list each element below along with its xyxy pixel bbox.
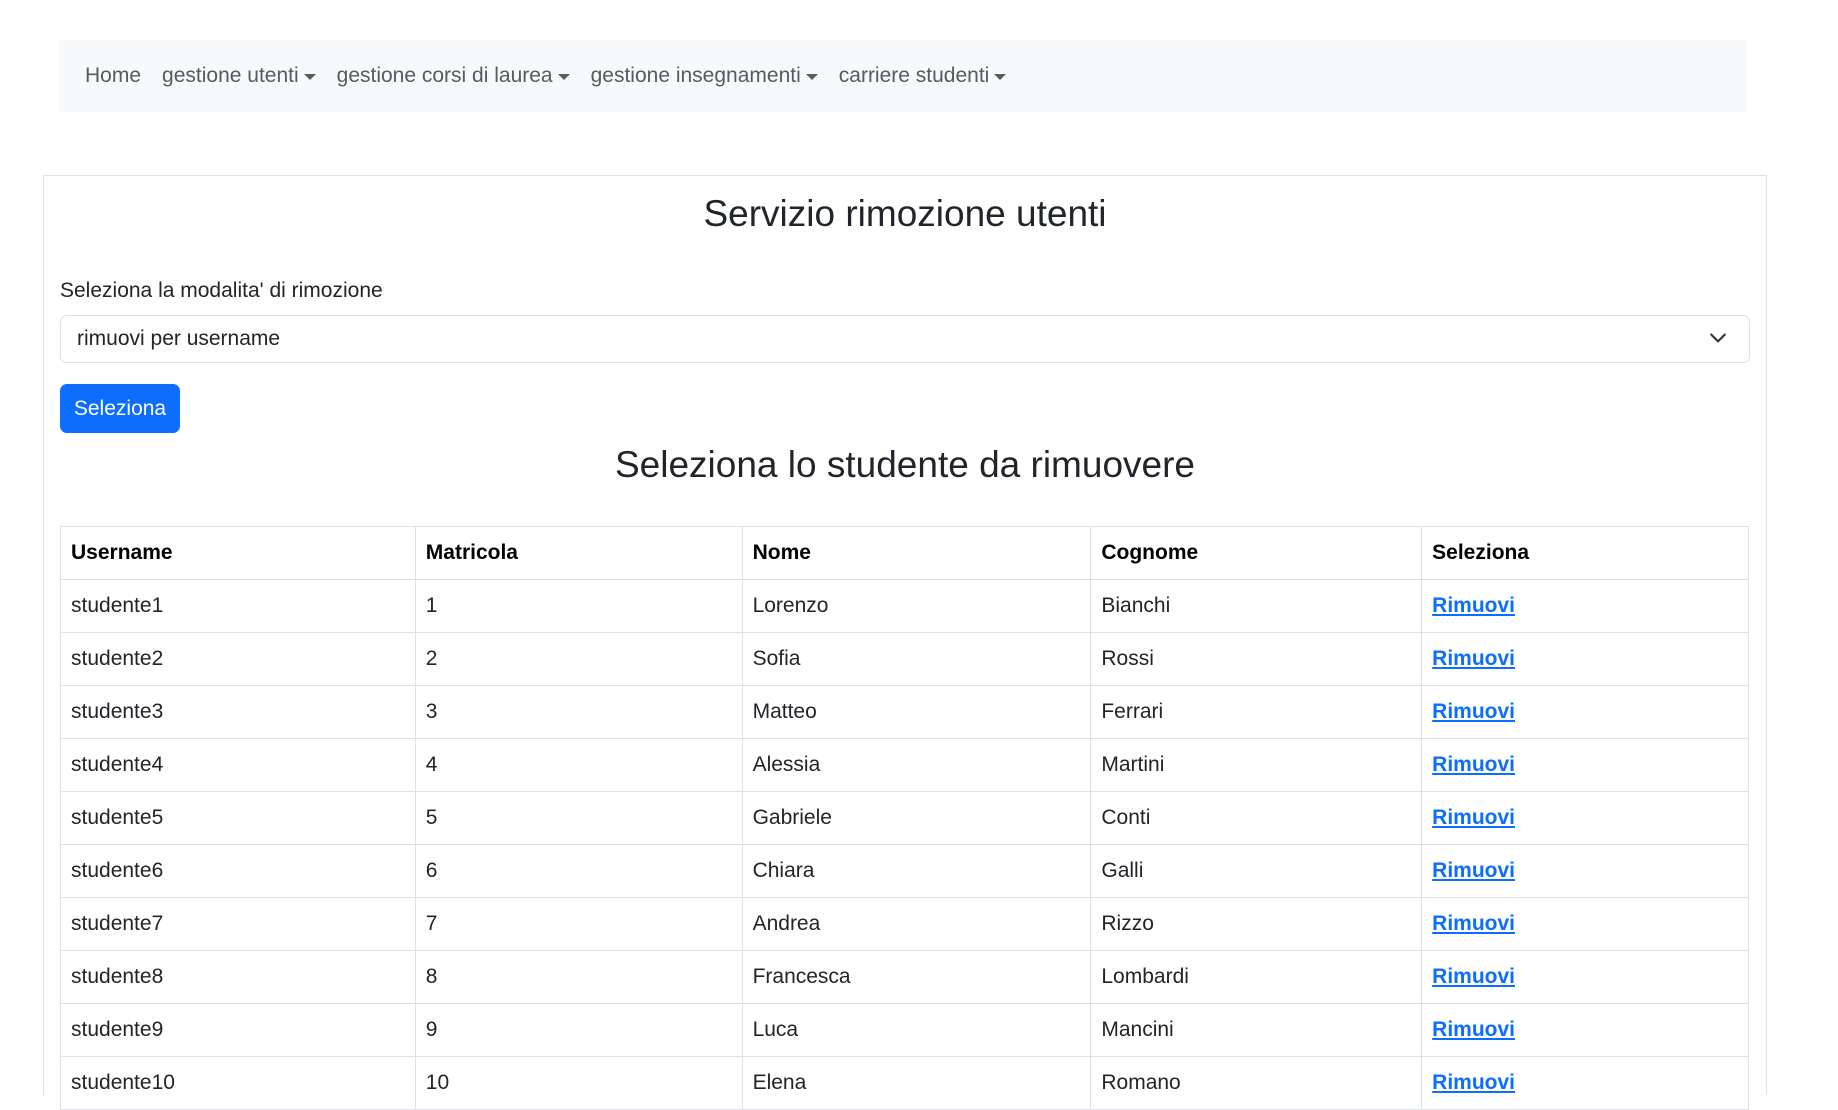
cell-matricola: 2: [414, 632, 743, 686]
table-header-row: Username Matricola Nome Cognome Selezion…: [60, 526, 1749, 580]
cell-cognome: Rizzo: [1090, 897, 1423, 951]
remove-link[interactable]: Rimuovi: [1432, 806, 1515, 829]
cell-cognome: Bianchi: [1090, 579, 1423, 633]
remove-link[interactable]: Rimuovi: [1432, 1071, 1515, 1094]
header-nome: Nome: [741, 526, 1092, 580]
cell-cognome: Galli: [1090, 844, 1423, 898]
cell-nome: Elena: [741, 1056, 1092, 1110]
header-cognome: Cognome: [1090, 526, 1423, 580]
cell-nome: Sofia: [741, 632, 1092, 686]
table-row: studente6 6 Chiara Galli Rimuovi: [60, 844, 1749, 898]
cell-cognome: Mancini: [1090, 1003, 1423, 1057]
cell-action: Rimuovi: [1421, 632, 1749, 686]
remove-link[interactable]: Rimuovi: [1432, 753, 1515, 776]
cell-action: Rimuovi: [1421, 844, 1749, 898]
cell-username: studente7: [60, 897, 416, 951]
cell-nome: Francesca: [741, 950, 1092, 1004]
section-subtitle: Seleziona lo studente da rimuovere: [614, 444, 1196, 485]
cell-action: Rimuovi: [1421, 685, 1749, 739]
remove-link[interactable]: Rimuovi: [1432, 859, 1515, 882]
cell-username: studente1: [60, 579, 416, 633]
cell-action: Rimuovi: [1421, 738, 1749, 792]
cell-nome: Lorenzo: [741, 579, 1092, 633]
table-row: studente10 10 Elena Romano Rimuovi: [60, 1056, 1749, 1110]
table-row: studente2 2 Sofia Rossi Rimuovi: [60, 632, 1749, 686]
cell-username: studente2: [60, 632, 416, 686]
cell-matricola: 4: [414, 738, 743, 792]
cell-username: studente6: [60, 844, 416, 898]
table-row: studente7 7 Andrea Rizzo Rimuovi: [60, 897, 1749, 951]
select-button[interactable]: Seleziona: [60, 384, 180, 433]
cell-matricola: 10: [414, 1056, 743, 1110]
top-navbar: Home gestione utenti gestione corsi di l…: [59, 40, 1747, 112]
cell-nome: Gabriele: [741, 791, 1092, 845]
caret-down-icon: [994, 74, 1007, 80]
header-seleziona: Seleziona: [1421, 526, 1749, 580]
cell-nome: Andrea: [741, 897, 1092, 951]
cell-matricola: 9: [414, 1003, 743, 1057]
caret-down-icon: [303, 74, 316, 80]
cell-action: Rimuovi: [1421, 1056, 1749, 1110]
cell-matricola: 1: [414, 579, 743, 633]
nav-home-link[interactable]: Home: [85, 64, 141, 88]
header-matricola: Matricola: [414, 526, 743, 580]
table-row: studente1 1 Lorenzo Bianchi Rimuovi: [60, 579, 1749, 633]
students-table: Username Matricola Nome Cognome Selezion…: [60, 526, 1749, 1110]
cell-username: studente3: [60, 685, 416, 739]
cell-matricola: 7: [414, 897, 743, 951]
remove-link[interactable]: Rimuovi: [1432, 1018, 1515, 1041]
nav-menu-label: gestione corsi di laurea: [336, 64, 553, 87]
nav-menu-gestione-corsi[interactable]: gestione corsi di laurea: [337, 64, 570, 88]
cell-nome: Luca: [741, 1003, 1092, 1057]
remove-link[interactable]: Rimuovi: [1432, 965, 1515, 988]
cell-matricola: 5: [414, 791, 743, 845]
cell-username: studente10: [60, 1056, 416, 1110]
nav-menu-gestione-utenti[interactable]: gestione utenti: [162, 64, 316, 88]
cell-action: Rimuovi: [1421, 1003, 1749, 1057]
cell-matricola: 8: [414, 950, 743, 1004]
remove-link[interactable]: Rimuovi: [1432, 912, 1515, 935]
cell-cognome: Romano: [1090, 1056, 1423, 1110]
cell-cognome: Conti: [1090, 791, 1423, 845]
cell-nome: Alessia: [741, 738, 1092, 792]
table-row: studente4 4 Alessia Martini Rimuovi: [60, 738, 1749, 792]
table-row: studente8 8 Francesca Lombardi Rimuovi: [60, 950, 1749, 1004]
nav-menu-label: gestione utenti: [162, 64, 299, 87]
table-row: studente3 3 Matteo Ferrari Rimuovi: [60, 685, 1749, 739]
header-username: Username: [60, 526, 416, 580]
cell-cognome: Rossi: [1090, 632, 1423, 686]
nav-menu-gestione-insegnamenti[interactable]: gestione insegnamenti: [591, 64, 818, 88]
mode-label: Seleziona la modalita' di rimozione: [60, 279, 383, 302]
cell-nome: Chiara: [741, 844, 1092, 898]
nav-menu-label: carriere studenti: [838, 64, 990, 87]
cell-username: studente8: [60, 950, 416, 1004]
removal-card: Servizio rimozione utenti Seleziona la m…: [43, 175, 1767, 1110]
cell-action: Rimuovi: [1421, 579, 1749, 633]
caret-down-icon: [805, 74, 818, 80]
chevron-down-icon: [1710, 333, 1726, 343]
nav-menu-label: gestione insegnamenti: [590, 64, 801, 87]
cell-action: Rimuovi: [1421, 791, 1749, 845]
table-row: studente9 9 Luca Mancini Rimuovi: [60, 1003, 1749, 1057]
cell-matricola: 6: [414, 844, 743, 898]
cell-matricola: 3: [414, 685, 743, 739]
cell-action: Rimuovi: [1421, 950, 1749, 1004]
page-title: Servizio rimozione utenti: [703, 193, 1107, 234]
table-row: studente5 5 Gabriele Conti Rimuovi: [60, 791, 1749, 845]
cell-username: studente4: [60, 738, 416, 792]
cell-cognome: Martini: [1090, 738, 1423, 792]
cell-username: studente5: [60, 791, 416, 845]
remove-link[interactable]: Rimuovi: [1432, 647, 1515, 670]
cell-action: Rimuovi: [1421, 897, 1749, 951]
cell-nome: Matteo: [741, 685, 1092, 739]
cell-cognome: Lombardi: [1090, 950, 1423, 1004]
remove-link[interactable]: Rimuovi: [1432, 700, 1515, 723]
caret-down-icon: [557, 74, 570, 80]
mode-select[interactable]: rimuovi per username: [60, 315, 1750, 363]
cell-cognome: Ferrari: [1090, 685, 1423, 739]
remove-link[interactable]: Rimuovi: [1432, 594, 1515, 617]
nav-menu-carriere-studenti[interactable]: carriere studenti: [839, 64, 1007, 88]
mode-select-value: rimuovi per username: [77, 327, 281, 350]
cell-username: studente9: [60, 1003, 416, 1057]
